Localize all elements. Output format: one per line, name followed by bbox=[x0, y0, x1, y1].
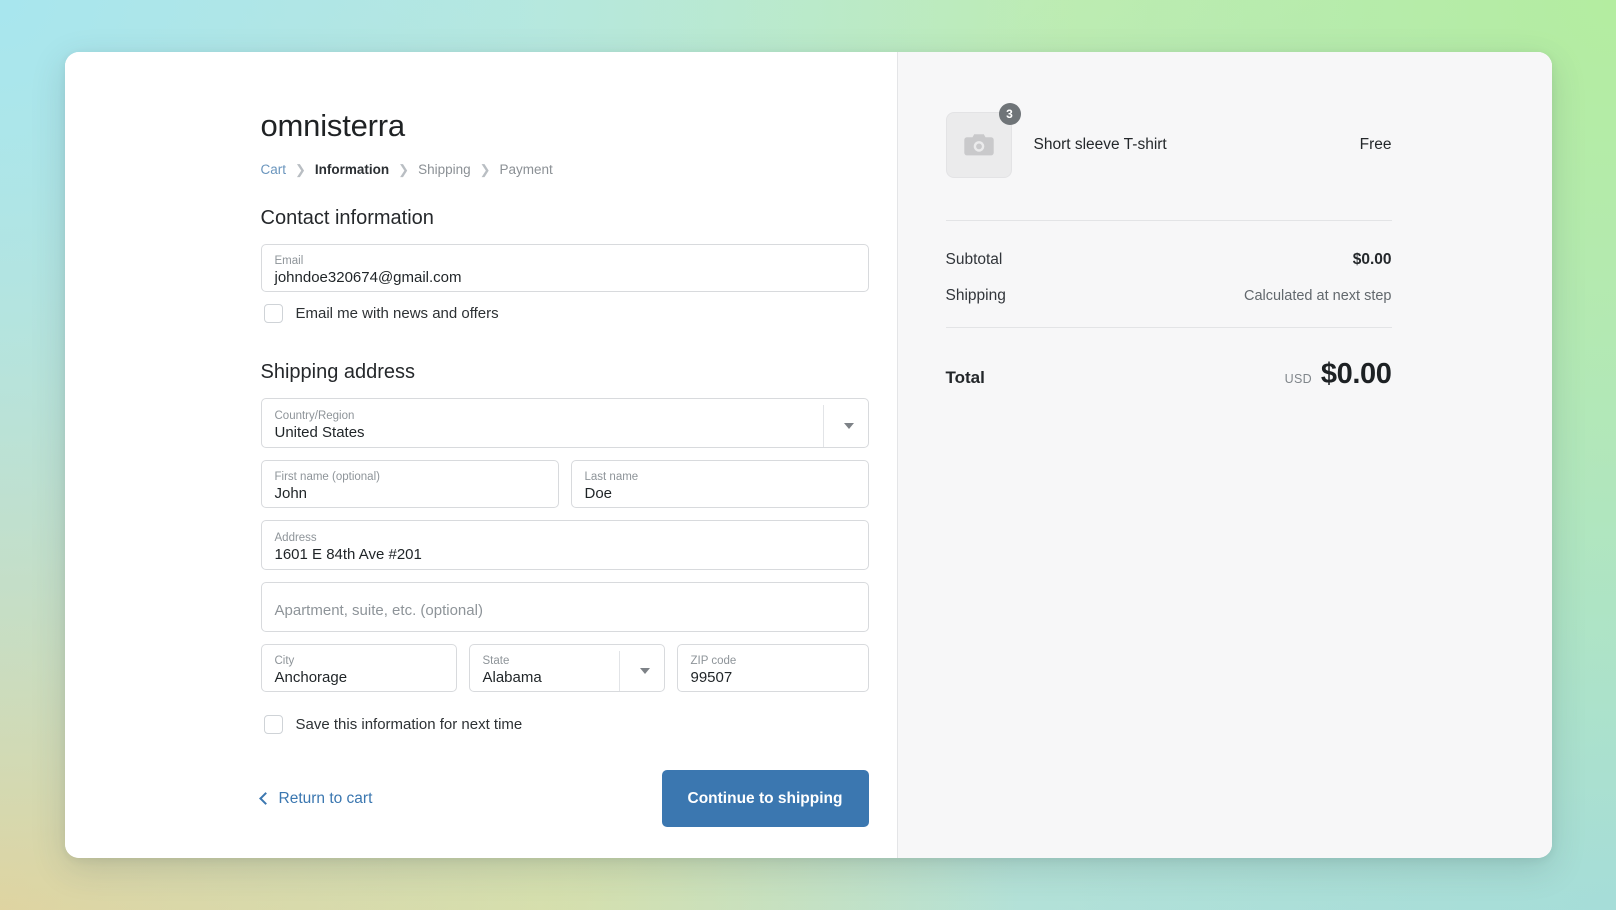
shipping-address-heading: Shipping address bbox=[261, 361, 869, 384]
subtotal-value: $0.00 bbox=[1353, 251, 1392, 269]
email-field-label: Email bbox=[275, 255, 856, 268]
chevron-right-icon: ❯ bbox=[295, 163, 306, 176]
first-name-value: John bbox=[275, 485, 546, 504]
save-info-checkbox-row[interactable]: Save this information for next time bbox=[264, 715, 869, 734]
grand-total-currency: USD bbox=[1285, 372, 1312, 386]
shipping-label: Shipping bbox=[946, 287, 1006, 305]
breadcrumb: Cart ❯ Information ❯ Shipping ❯ Payment bbox=[261, 162, 869, 177]
country-region-select[interactable]: Country/Region United States bbox=[261, 398, 869, 448]
product-quantity-badge: 3 bbox=[999, 103, 1021, 125]
chevron-down-icon[interactable] bbox=[619, 651, 652, 691]
zip-code-label: ZIP code bbox=[691, 655, 856, 668]
chevron-down-icon[interactable] bbox=[823, 405, 856, 447]
email-field[interactable]: Email johndoe320674@gmail.com bbox=[261, 244, 869, 292]
last-name-field[interactable]: Last name Doe bbox=[571, 460, 869, 508]
checkout-form-pane: omnisterra Cart ❯ Information ❯ Shipping… bbox=[65, 52, 897, 858]
order-line-item: 3 Short sleeve T-shirt Free bbox=[946, 112, 1392, 221]
state-label: State bbox=[483, 655, 542, 668]
subtotal-label: Subtotal bbox=[946, 251, 1003, 269]
zip-code-value: 99507 bbox=[691, 669, 856, 688]
newsletter-checkbox-label: Email me with news and offers bbox=[296, 305, 499, 322]
chevron-right-icon: ❯ bbox=[398, 163, 409, 176]
chevron-left-icon bbox=[259, 792, 272, 805]
city-field[interactable]: City Anchorage bbox=[261, 644, 457, 692]
name-row: First name (optional) John Last name Doe bbox=[261, 460, 869, 520]
city-state-zip-row: City Anchorage State Alabama ZIP code 99… bbox=[261, 644, 869, 704]
breadcrumb-item-cart[interactable]: Cart bbox=[261, 162, 287, 177]
product-name: Short sleeve T-shirt bbox=[1034, 136, 1338, 154]
breadcrumb-item-payment[interactable]: Payment bbox=[500, 162, 553, 177]
email-field-value: johndoe320674@gmail.com bbox=[275, 269, 856, 288]
zip-code-field[interactable]: ZIP code 99507 bbox=[677, 644, 869, 692]
checkout-card: omnisterra Cart ❯ Information ❯ Shipping… bbox=[65, 52, 1552, 858]
continue-to-shipping-button[interactable]: Continue to shipping bbox=[662, 770, 869, 827]
state-value: Alabama bbox=[483, 669, 542, 688]
save-info-checkbox-label: Save this information for next time bbox=[296, 716, 523, 733]
city-value: Anchorage bbox=[275, 669, 444, 688]
save-info-checkbox[interactable] bbox=[264, 715, 283, 734]
newsletter-checkbox[interactable] bbox=[264, 304, 283, 323]
last-name-value: Doe bbox=[585, 485, 856, 504]
totals-section: Subtotal $0.00 Shipping Calculated at ne… bbox=[946, 221, 1392, 328]
first-name-field[interactable]: First name (optional) John bbox=[261, 460, 559, 508]
subtotal-row: Subtotal $0.00 bbox=[946, 251, 1392, 269]
apartment-placeholder: Apartment, suite, etc. (optional) bbox=[275, 602, 856, 619]
shipping-value: Calculated at next step bbox=[1244, 288, 1392, 304]
country-region-label: Country/Region bbox=[275, 410, 365, 423]
order-summary-pane: 3 Short sleeve T-shirt Free Subtotal $0.… bbox=[897, 52, 1552, 858]
grand-total-label: Total bbox=[946, 368, 985, 388]
address-field[interactable]: Address 1601 E 84th Ave #201 bbox=[261, 520, 869, 570]
newsletter-checkbox-row[interactable]: Email me with news and offers bbox=[264, 304, 869, 323]
grand-total-value: $0.00 bbox=[1321, 358, 1392, 391]
grand-total-row: Total USD $0.00 bbox=[946, 328, 1392, 391]
last-name-label: Last name bbox=[585, 471, 856, 484]
shipping-row: Shipping Calculated at next step bbox=[946, 287, 1392, 305]
chevron-right-icon: ❯ bbox=[480, 163, 491, 176]
contact-information-heading: Contact information bbox=[261, 207, 869, 230]
product-price: Free bbox=[1360, 136, 1392, 154]
address-label: Address bbox=[275, 532, 856, 545]
address-value: 1601 E 84th Ave #201 bbox=[275, 546, 856, 565]
country-region-value: United States bbox=[275, 424, 365, 443]
breadcrumb-item-shipping[interactable]: Shipping bbox=[418, 162, 471, 177]
return-to-cart-link[interactable]: Return to cart bbox=[261, 790, 373, 808]
first-name-label: First name (optional) bbox=[275, 471, 546, 484]
store-title: omnisterra bbox=[261, 108, 869, 144]
camera-icon bbox=[963, 132, 995, 158]
state-select[interactable]: State Alabama bbox=[469, 644, 665, 692]
apartment-field[interactable]: Apartment, suite, etc. (optional) bbox=[261, 582, 869, 632]
breadcrumb-item-information[interactable]: Information bbox=[315, 162, 389, 177]
form-actions: Return to cart Continue to shipping bbox=[261, 770, 869, 827]
return-to-cart-label: Return to cart bbox=[279, 790, 373, 808]
product-thumbnail-wrap: 3 bbox=[946, 112, 1012, 178]
city-label: City bbox=[275, 655, 444, 668]
